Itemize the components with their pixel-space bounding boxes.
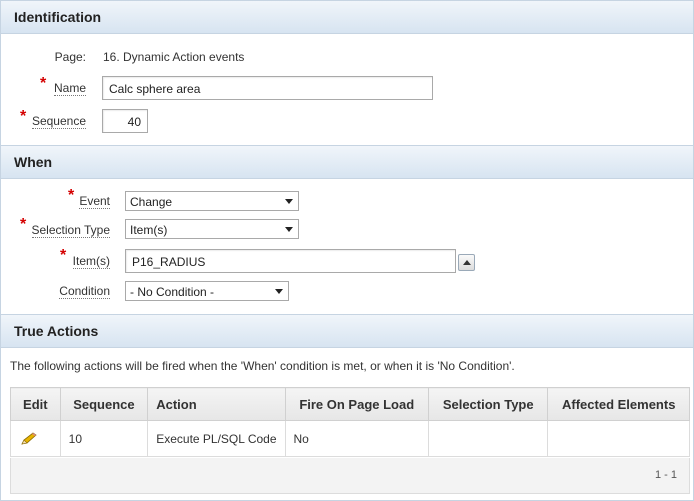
column-header-fire-on-page-load[interactable]: Fire On Page Load [284, 387, 429, 421]
column-header-edit[interactable]: Edit [10, 387, 61, 421]
pencil-icon[interactable] [20, 432, 38, 446]
page-value: 16. Dynamic Action events [103, 50, 245, 64]
table-header-row: Edit Sequence Action Fire On Page Load S… [10, 387, 690, 421]
condition-select[interactable]: - No Condition - [125, 281, 289, 301]
edit-cell [10, 420, 61, 457]
page-label: Page: [54, 50, 86, 64]
identification-header: Identification [1, 1, 693, 34]
item-popup-button[interactable] [458, 254, 475, 271]
name-field[interactable]: Calc sphere area [102, 76, 433, 100]
selection-type-label: Selection Type [31, 223, 110, 238]
selection-type-select-value: Item(s) [130, 223, 168, 237]
event-select[interactable]: Change [125, 191, 299, 211]
action-cell: Execute PL/SQL Code [147, 420, 286, 457]
condition-label: Condition [59, 284, 110, 299]
sequence-cell: 10 [59, 420, 149, 457]
when-header: When [1, 146, 693, 179]
dropdown-arrow-icon [275, 289, 283, 294]
pagination-footer: 1 - 1 [10, 458, 690, 494]
table-row: 10 Execute PL/SQL Code No [10, 420, 690, 457]
event-select-value: Change [130, 195, 173, 209]
items-label: Item(s) [72, 254, 110, 269]
chevron-up-icon [463, 260, 471, 265]
true-actions-table: Edit Sequence Action Fire On Page Load S… [10, 387, 690, 457]
event-label: Event [79, 194, 110, 209]
sequence-field[interactable]: 40 [102, 109, 148, 133]
selection-type-cell [427, 420, 549, 457]
column-header-action[interactable]: Action [147, 387, 286, 421]
column-header-selection-type[interactable]: Selection Type [427, 387, 549, 421]
true-actions-header: True Actions [1, 315, 693, 348]
name-label: Name [53, 81, 86, 96]
column-header-sequence[interactable]: Sequence [59, 387, 149, 421]
column-header-affected-elements[interactable]: Affected Elements [547, 387, 690, 421]
dropdown-arrow-icon [285, 199, 293, 204]
selection-type-select[interactable]: Item(s) [125, 219, 299, 239]
true-actions-description: The following actions will be fired when… [10, 359, 515, 373]
sequence-label: Sequence [31, 114, 86, 129]
condition-select-value: - No Condition - [130, 285, 215, 299]
dropdown-arrow-icon [285, 227, 293, 232]
fire-on-page-load-cell: No [284, 420, 429, 457]
pagination-text: 1 - 1 [654, 469, 677, 481]
items-field[interactable]: P16_RADIUS [125, 249, 456, 273]
affected-elements-cell [547, 420, 690, 457]
